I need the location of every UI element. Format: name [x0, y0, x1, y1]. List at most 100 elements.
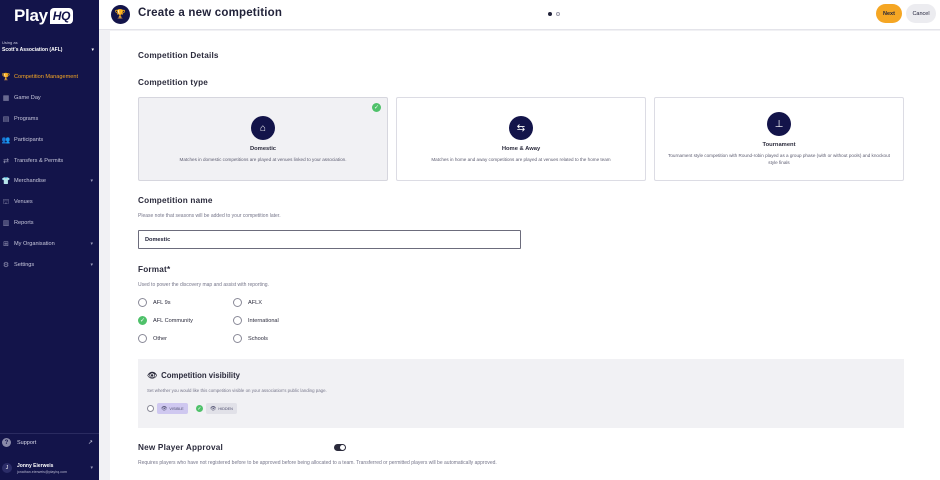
playhq-logo[interactable]: Play HQ [14, 6, 74, 26]
people-icon: 👥 [1, 136, 11, 144]
sidebar-nav: 🏆 Competition Management ▦ Game Day ▤ Progr… [0, 67, 99, 275]
format-option-international[interactable]: International [233, 316, 279, 325]
eye-off-icon: 👁 [210, 405, 217, 412]
visibility-hint: Set whether you would like this competit… [147, 388, 327, 393]
sidebar-item-label: Transfers & Permits [14, 157, 64, 164]
type-card-tournament[interactable]: ⊥ Tournament Tournament style competitio… [654, 97, 904, 181]
user-email: jonathan.eierweis@playhq.com [17, 469, 67, 474]
sidebar-item-label: Settings [14, 261, 35, 268]
type-card-title: Tournament [762, 142, 796, 148]
type-card-title: Home & Away [501, 146, 541, 152]
sidebar-item-label: Game Day [14, 95, 41, 102]
type-card-desc: Matches in domestic competitions are pla… [179, 157, 347, 162]
type-card-title: Domestic [249, 146, 277, 152]
format-option-label: AFL Community [153, 317, 193, 324]
home-icon: ⌂ [251, 116, 275, 140]
check-icon: ✓ [138, 316, 147, 325]
user-name: Jonny Eierweis [17, 462, 54, 469]
type-card-desc: Matches in home and away competitions ar… [431, 157, 611, 162]
avatar: J [2, 463, 12, 473]
cancel-button[interactable]: Cancel [906, 4, 936, 23]
sidebar-item-participants[interactable]: 👥 Participants [0, 129, 99, 150]
format-option-label: International [248, 317, 279, 324]
section-title: Competition Details [138, 51, 219, 60]
logo-text: Play [14, 6, 48, 25]
sidebar-item-venues[interactable]: ⛫ Venues [0, 192, 99, 213]
visibility-title: 👁 Competition visibility [147, 371, 240, 380]
format-option-other[interactable]: Other [138, 334, 167, 343]
association-switcher[interactable]: Scott's Association (AFL) ▾ [2, 47, 94, 53]
sidebar-item-game-day[interactable]: ▦ Game Day [0, 88, 99, 109]
format-option-afl-9s[interactable]: AFL 9s [138, 298, 171, 307]
player-approval-toggle[interactable] [334, 444, 346, 451]
visibility-option-visible[interactable]: 👁 VISIBLE [147, 403, 188, 414]
chevron-down-icon: ▾ [90, 261, 93, 268]
format-label: Format* [138, 265, 171, 274]
home-away-icon: ⇆ [509, 116, 533, 140]
chevron-down-icon: ▾ [91, 47, 94, 53]
player-approval-hint: Requires players who have not registered… [138, 460, 497, 466]
sidebar-item-label: Participants [14, 136, 44, 143]
radio-circle [233, 316, 242, 325]
check-icon: ✓ [372, 103, 381, 112]
trophy-icon: 🏆 [111, 5, 130, 24]
calendar-icon: ▦ [2, 95, 10, 103]
sidebar-item-merchandise[interactable]: 👕 Merchandise ▾ [0, 171, 99, 192]
sidebar-item-settings[interactable]: ⚙ Settings ▾ [0, 254, 99, 275]
radio-circle [138, 334, 147, 343]
type-card-desc: Tournament style competition with Round-… [668, 153, 890, 165]
book-icon: ▤ [2, 115, 10, 123]
format-option-label: Schools [248, 335, 268, 342]
visibility-option-hidden[interactable]: ✓ 👁 HIDDEN [196, 403, 237, 414]
gear-icon: ⚙ [2, 261, 10, 269]
type-card-home-away[interactable]: ⇆ Home & Away Matches in home and away c… [396, 97, 646, 181]
competition-name-hint: Please note that seasons will be added t… [138, 213, 281, 219]
format-option-label: Other [153, 335, 167, 342]
format-option-schools[interactable]: Schools [233, 334, 268, 343]
top-bar: 🏆 Create a new competition Next Cancel [99, 0, 940, 30]
format-hint: Used to power the discovery map and assi… [138, 282, 269, 288]
page-title: Create a new competition [138, 7, 283, 19]
sidebar-item-my-organisation[interactable]: ⊞ My Organisation ▾ [0, 233, 99, 254]
type-card-domestic[interactable]: ✓ ⌂ Domestic Matches in domestic competi… [138, 97, 388, 181]
logo-badge: HQ [49, 8, 74, 24]
sidebar-item-label: My Organisation [14, 240, 55, 247]
sidebar-item-programs[interactable]: ▤ Programs [0, 109, 99, 130]
visible-chip-label: VISIBLE [169, 406, 184, 411]
visible-chip: 👁 VISIBLE [157, 403, 188, 414]
eye-icon: 👁 [161, 405, 168, 412]
shirt-icon: 👕 [1, 178, 11, 186]
sidebar-item-transfers-permits[interactable]: ⇄ Transfers & Permits [0, 150, 99, 171]
step-dot-active [548, 12, 552, 16]
next-button[interactable]: Next [876, 4, 902, 23]
hidden-chip: 👁 HIDDEN [206, 403, 237, 414]
format-option-afl-community[interactable]: ✓ AFL Community [138, 316, 193, 325]
competition-name-label: Competition name [138, 196, 213, 205]
competition-name-input[interactable] [138, 230, 521, 249]
support-link[interactable]: ? Support ↗ [0, 433, 99, 451]
competition-form: Competition Details Competition type ✓ ⌂… [110, 31, 940, 480]
radio-circle [147, 405, 154, 412]
help-icon: ? [2, 438, 11, 447]
hidden-chip-label: HIDDEN [218, 406, 233, 411]
external-link-icon: ↗ [87, 440, 93, 446]
using-as-label: Using as [2, 40, 18, 45]
chart-icon: ▥ [2, 219, 10, 227]
chevron-down-icon: ▾ [90, 240, 93, 247]
chevron-down-icon: ▾ [90, 178, 93, 185]
sidebar-item-reports[interactable]: ▥ Reports [0, 213, 99, 234]
visibility-title-text: Competition visibility [161, 371, 240, 380]
sidebar-item-label: Competition Management [14, 74, 79, 81]
step-dot [556, 12, 560, 16]
bracket-icon: ⊥ [767, 112, 791, 136]
user-menu[interactable]: J Jonny Eierweis jonathan.eierweis@playh… [0, 456, 99, 480]
venue-icon: ⛫ [2, 198, 10, 206]
sidebar: Play HQ Using as Scott's Association (AFL… [0, 0, 99, 480]
chevron-down-icon: ▾ [90, 465, 93, 471]
sidebar-item-label: Venues [14, 199, 33, 206]
org-icon: ⊞ [3, 240, 9, 248]
competition-type-label: Competition type [138, 78, 209, 87]
format-option-aflx[interactable]: AFLX [233, 298, 262, 307]
sidebar-item-competition-management[interactable]: 🏆 Competition Management [0, 67, 99, 88]
radio-circle [138, 298, 147, 307]
